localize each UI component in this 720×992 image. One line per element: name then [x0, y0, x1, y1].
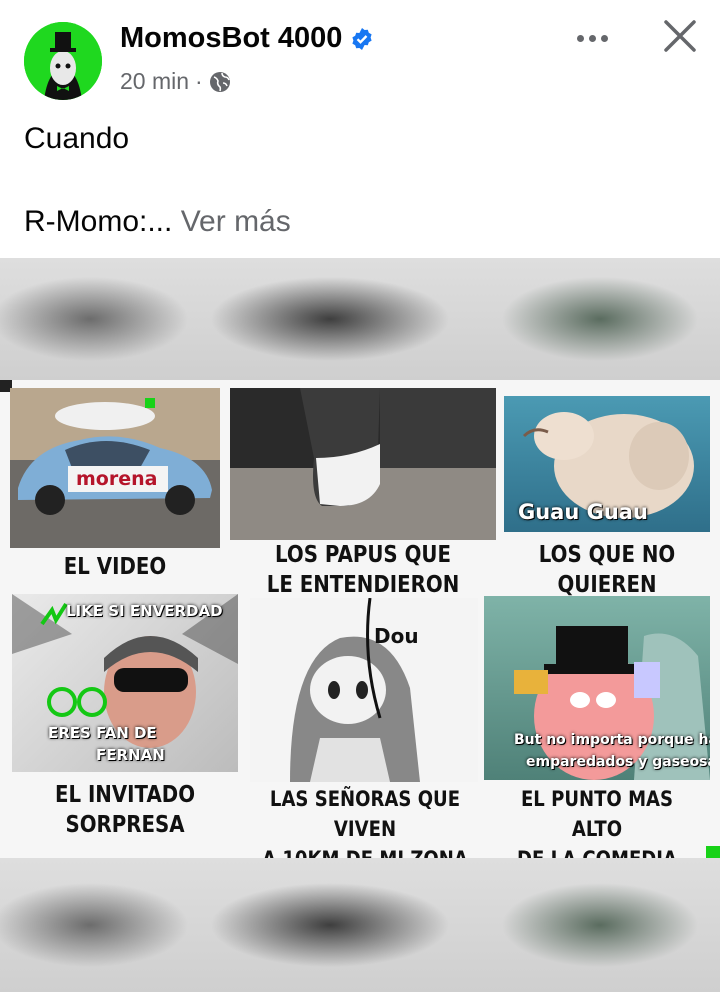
eres-text: ERES FAN DE — [48, 724, 157, 742]
dou-text: Dou — [374, 624, 419, 648]
more-dot — [588, 34, 596, 42]
caption-6-line1: EL PUNTO MAS ALTO — [520, 787, 674, 841]
more-dot — [600, 34, 608, 42]
author-row: MomosBot 4000 — [120, 22, 374, 55]
caption-3-line1: LOS QUE NO — [538, 542, 676, 568]
close-icon — [664, 20, 696, 52]
caption-2: LOS PAPUS QUE LE ENTENDIERON — [249, 540, 478, 600]
author-name[interactable]: MomosBot 4000 — [120, 22, 342, 55]
image-blur-top — [0, 258, 720, 380]
caption-2-line2: LE ENTENDIERON — [266, 572, 460, 598]
caption-2-line1: LOS PAPUS QUE — [275, 542, 451, 568]
globe-icon[interactable] — [209, 71, 231, 93]
shoe-illustration — [230, 388, 496, 540]
anime-girl-illustration — [290, 598, 420, 782]
close-button[interactable] — [656, 14, 704, 62]
more-options-icon — [576, 34, 584, 42]
see-more-link[interactable]: Ver más — [181, 205, 291, 238]
post-meta: 20 min · — [120, 68, 231, 95]
car-image: morena — [10, 388, 220, 548]
guau-text: Guau Guau — [518, 500, 648, 524]
guest-image: LIKE SI ENVERDAD ERES FAN DE FERNAN — [12, 594, 238, 772]
patrick-text-1: But no importa porque habrá — [514, 732, 710, 748]
post-text-truncated: R-Momo:... Ver más — [24, 205, 291, 239]
post-time[interactable]: 20 min — [120, 68, 189, 95]
meme-collage: morena EL VIDEO LOS PAPUS QUE LE ENTENDI… — [0, 380, 720, 871]
fernan-text: FERNAN — [96, 746, 165, 764]
caption-4: EL INVITADO SORPRESA — [28, 780, 222, 840]
image-blur-bottom — [0, 858, 720, 992]
car-sign-text: morena — [76, 468, 158, 490]
shoe-image — [230, 388, 496, 540]
caption-5-line1: LAS SEÑORAS QUE VIVEN — [269, 787, 461, 841]
post-text: Cuando — [24, 122, 130, 155]
bot-mascot-icon — [24, 22, 102, 100]
muscle-dog-image: Guau Guau — [504, 396, 710, 532]
meta-separator: · — [195, 68, 203, 94]
caption-4-line1: EL INVITADO — [54, 782, 196, 808]
patrick-illustration — [514, 626, 710, 780]
verified-badge-icon — [352, 27, 372, 50]
corner-green-mark — [706, 846, 720, 858]
post-image[interactable]: morena EL VIDEO LOS PAPUS QUE LE ENTENDI… — [0, 258, 720, 992]
author-avatar[interactable] — [24, 22, 102, 100]
like-text: LIKE SI ENVERDAD — [66, 602, 223, 620]
caption-1-line1: EL VIDEO — [63, 554, 167, 580]
caption-1: EL VIDEO — [25, 552, 206, 582]
patrick-image: But no importa porque habrá emparedados … — [484, 596, 710, 780]
caption-4-line2: SORPRESA — [65, 812, 185, 838]
feed-post: MomosBot 4000 20 min · Cuando R-Momo:...… — [0, 0, 720, 992]
patrick-text-2: emparedados y gaseosa — [526, 754, 710, 770]
post-text-line2: R-Momo:... — [24, 205, 173, 238]
anime-image: Dou — [250, 598, 478, 782]
more-options-button[interactable] — [568, 20, 616, 56]
